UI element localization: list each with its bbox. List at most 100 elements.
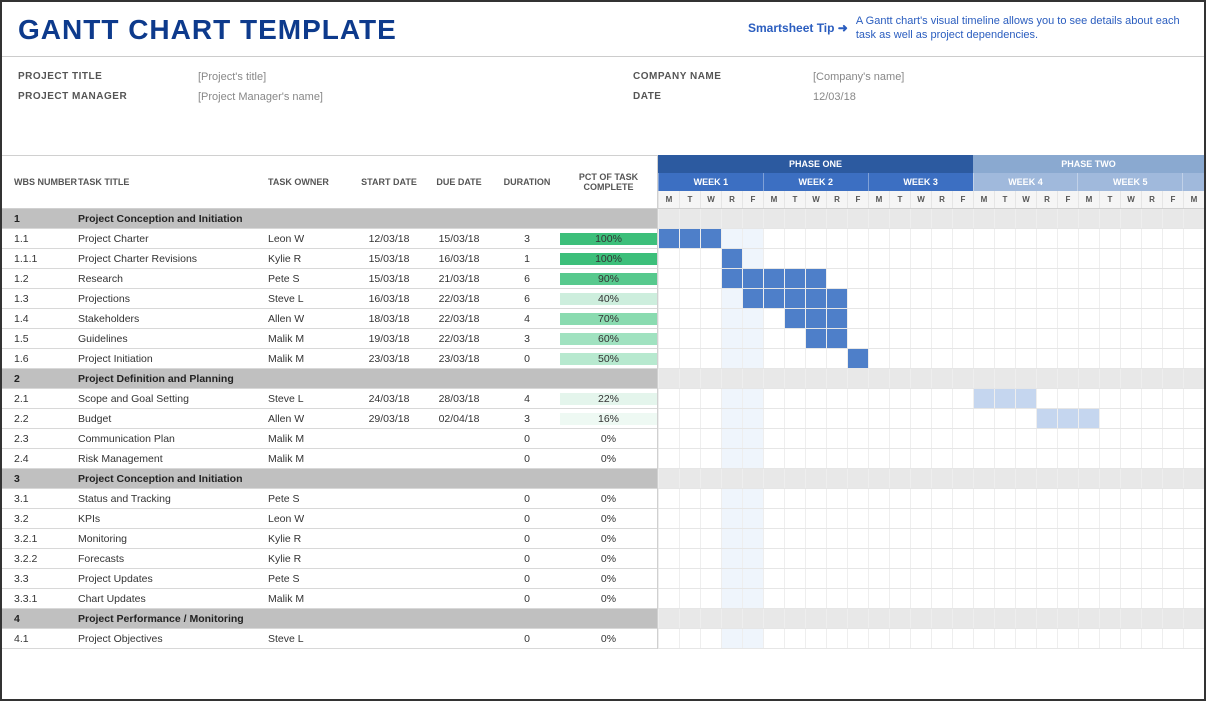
gantt-cell	[1015, 369, 1036, 388]
gantt-cell	[700, 369, 721, 388]
task-row[interactable]: 2.2BudgetAllen W29/03/1802/04/18316%	[2, 409, 657, 429]
gantt-cell	[1057, 309, 1078, 328]
cell-title: Guidelines	[78, 333, 268, 345]
cell-wbs: 1.3	[2, 293, 78, 305]
meta-label: PROJECT TITLE	[18, 71, 198, 83]
gantt-cell	[1162, 469, 1183, 488]
gantt-cell	[973, 369, 994, 388]
cell-pct: 90%	[560, 273, 657, 285]
task-row[interactable]: 4.1Project ObjectivesSteve L00%	[2, 629, 657, 649]
task-row[interactable]: 3.3.1Chart UpdatesMalik M00%	[2, 589, 657, 609]
gantt-cell	[1141, 589, 1162, 608]
task-row[interactable]: 3.3Project UpdatesPete S00%	[2, 569, 657, 589]
gantt-cell	[784, 389, 805, 408]
gantt-cell	[931, 409, 952, 428]
meta-row: DATE12/03/18	[633, 87, 1188, 107]
gantt-cell	[658, 449, 679, 468]
gantt-cell	[1015, 429, 1036, 448]
cell-wbs: 1.4	[2, 313, 78, 325]
task-row[interactable]: 3.2.2ForecastsKylie R00%	[2, 549, 657, 569]
gantt-cell	[868, 229, 889, 248]
gantt-cell	[1015, 549, 1036, 568]
gantt-row	[658, 589, 1204, 609]
gantt-cell	[1078, 609, 1099, 628]
gantt-cell	[1141, 349, 1162, 368]
gantt-cell	[1120, 489, 1141, 508]
task-row[interactable]: 3.2.1MonitoringKylie R00%	[2, 529, 657, 549]
gantt-cell	[1036, 269, 1057, 288]
gantt-cell	[952, 469, 973, 488]
gantt-row	[658, 469, 1204, 489]
gantt-cell	[1057, 569, 1078, 588]
gantt-row	[658, 569, 1204, 589]
gantt-bar-cell	[742, 289, 763, 308]
cell-pct: 50%	[560, 353, 657, 365]
gantt-cell	[910, 429, 931, 448]
cell-owner: Kylie R	[268, 553, 354, 565]
task-row[interactable]: 1.1Project CharterLeon W12/03/1815/03/18…	[2, 229, 657, 249]
meta-value[interactable]: 12/03/18	[813, 91, 856, 103]
task-row[interactable]: 1.2ResearchPete S15/03/1821/03/18690%	[2, 269, 657, 289]
gantt-cell	[994, 329, 1015, 348]
task-row[interactable]: 2.3Communication PlanMalik M00%	[2, 429, 657, 449]
task-row[interactable]: 1.3ProjectionsSteve L16/03/1822/03/18640…	[2, 289, 657, 309]
gantt-cell	[1183, 509, 1204, 528]
task-row[interactable]: 1.6Project InitiationMalik M23/03/1823/0…	[2, 349, 657, 369]
gantt-bar-cell	[805, 329, 826, 348]
meta-value[interactable]: [Company's name]	[813, 71, 904, 83]
gantt-cell	[973, 589, 994, 608]
cell-owner: Steve L	[268, 293, 354, 305]
cell-title: Risk Management	[78, 453, 268, 465]
gantt-cell	[1036, 569, 1057, 588]
cell-due: 28/03/18	[424, 393, 494, 405]
gantt-cell	[826, 549, 847, 568]
task-row[interactable]: 1.1.1Project Charter RevisionsKylie R15/…	[2, 249, 657, 269]
meta-value[interactable]: [Project's title]	[198, 71, 266, 83]
gantt-cell	[721, 449, 742, 468]
gantt-cell	[700, 469, 721, 488]
gantt-cell	[679, 529, 700, 548]
gantt-cell	[1036, 609, 1057, 628]
gantt-bar-cell	[679, 229, 700, 248]
gantt-cell	[1120, 529, 1141, 548]
gantt-bar-cell	[721, 249, 742, 268]
gantt-cell	[1162, 449, 1183, 468]
gantt-cell	[994, 409, 1015, 428]
cell-title: Status and Tracking	[78, 493, 268, 505]
gantt-cell	[1015, 529, 1036, 548]
gantt-cell	[826, 529, 847, 548]
task-row[interactable]: 1.5GuidelinesMalik M19/03/1822/03/18360%	[2, 329, 657, 349]
task-row[interactable]: 1.4StakeholdersAllen W18/03/1822/03/1847…	[2, 309, 657, 329]
gantt-cell	[658, 429, 679, 448]
cell-title: Forecasts	[78, 553, 268, 565]
cell-pct: 0%	[560, 633, 657, 645]
gantt-cell	[889, 369, 910, 388]
cell-pct: 60%	[560, 333, 657, 345]
cell-dur: 0	[494, 553, 560, 565]
task-row[interactable]: 2.1Scope and Goal SettingSteve L24/03/18…	[2, 389, 657, 409]
gantt-cell	[910, 569, 931, 588]
gantt-cell	[931, 289, 952, 308]
gantt-cell	[952, 369, 973, 388]
gantt-cell	[658, 549, 679, 568]
task-row[interactable]: 3.1Status and TrackingPete S00%	[2, 489, 657, 509]
gantt-cell	[700, 449, 721, 468]
gantt-cell	[658, 209, 679, 228]
gantt-cell	[952, 509, 973, 528]
gantt-cell	[742, 249, 763, 268]
gantt-cell	[658, 489, 679, 508]
gantt-cell	[763, 429, 784, 448]
cell-title: Stakeholders	[78, 313, 268, 325]
cell-dur: 0	[494, 573, 560, 585]
gantt-cell	[784, 589, 805, 608]
task-row[interactable]: 3.2KPIsLeon W00%	[2, 509, 657, 529]
gantt-cell	[658, 629, 679, 648]
gantt-cell	[1099, 289, 1120, 308]
col-dur: DURATION	[494, 177, 560, 187]
meta-value[interactable]: [Project Manager's name]	[198, 91, 323, 103]
gantt-cell	[1120, 329, 1141, 348]
gantt-cell	[1120, 629, 1141, 648]
gantt-cell	[1078, 549, 1099, 568]
gantt-cell	[658, 389, 679, 408]
task-row[interactable]: 2.4Risk ManagementMalik M00%	[2, 449, 657, 469]
